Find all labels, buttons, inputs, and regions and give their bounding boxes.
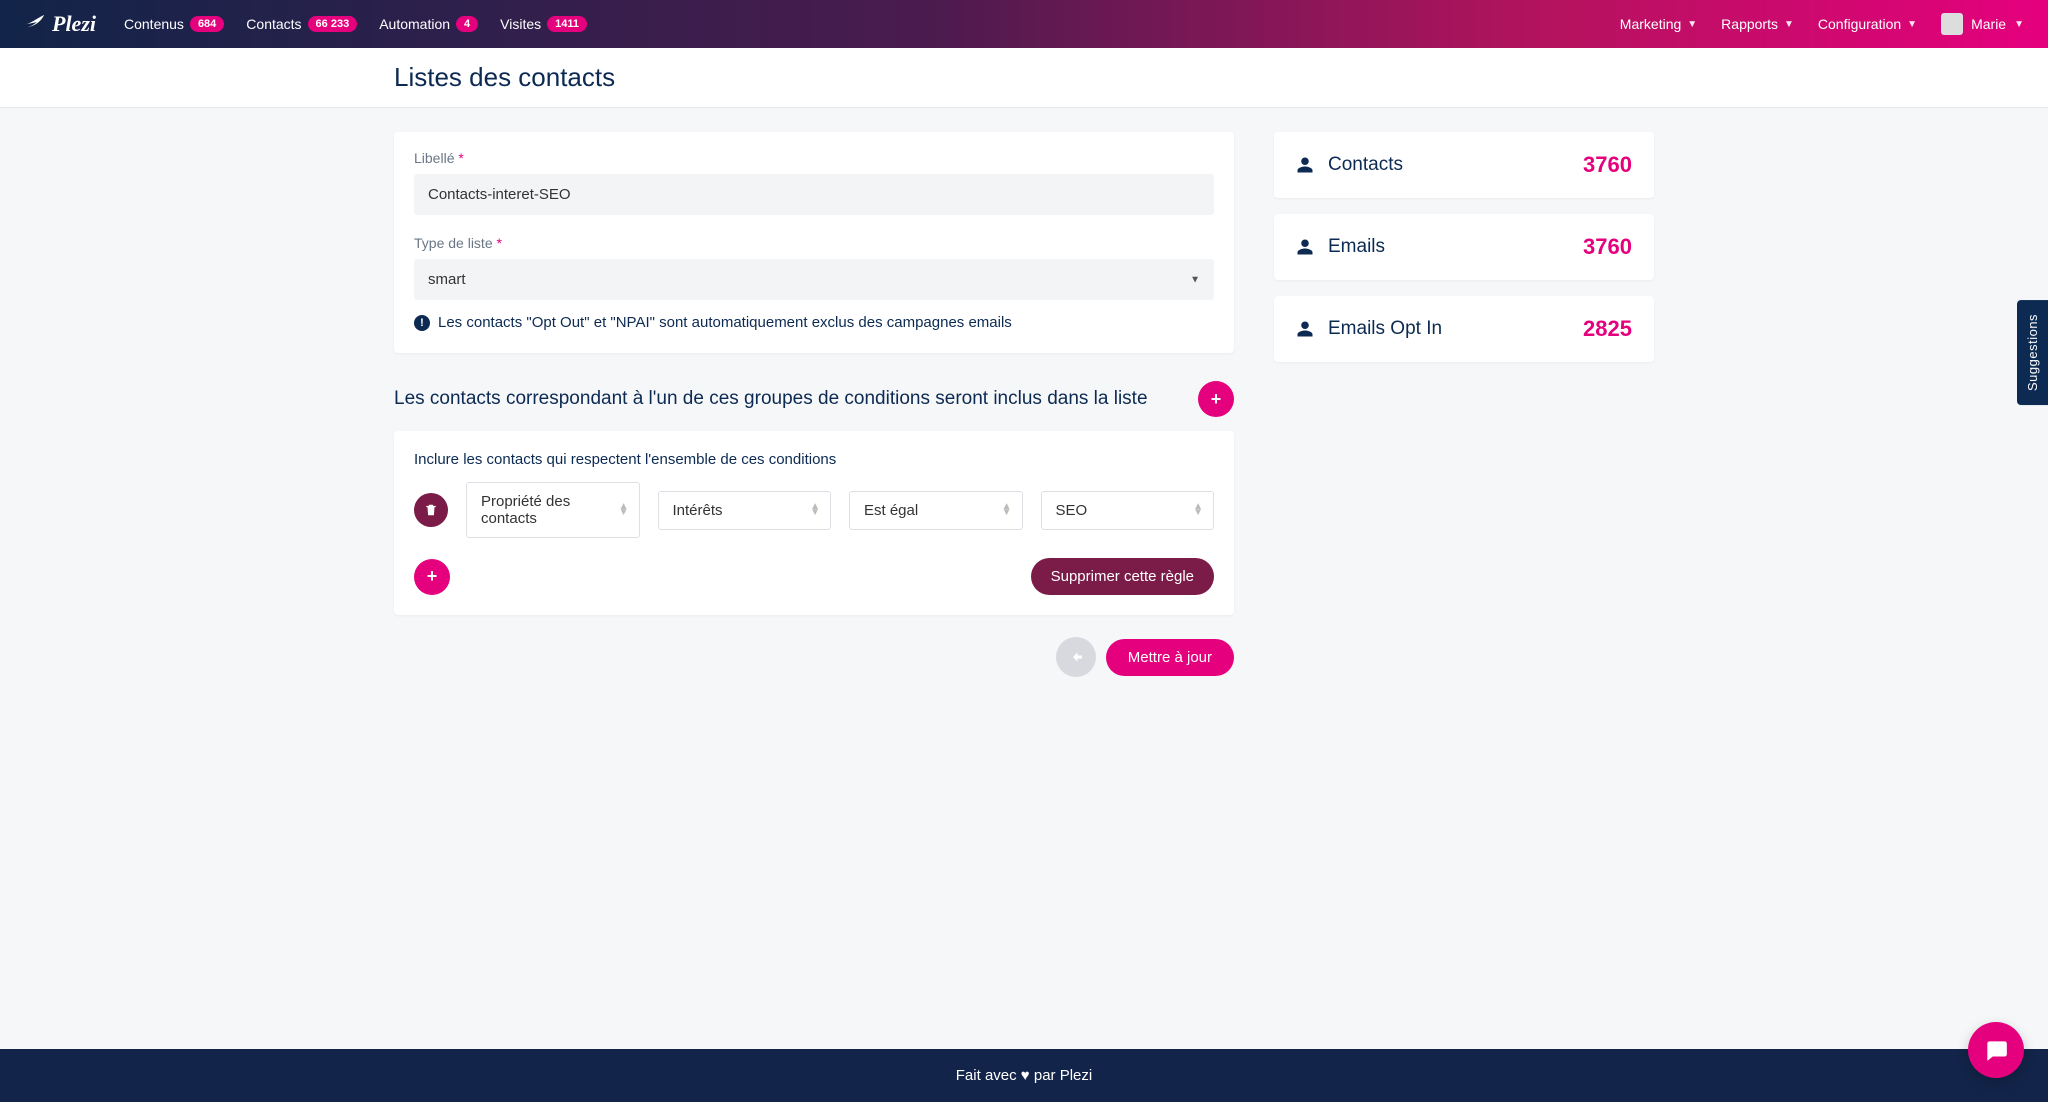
user-name: Marie — [1971, 16, 2006, 32]
operator-select-value: Est égal — [864, 502, 918, 519]
add-condition-button[interactable]: + — [414, 559, 450, 595]
sort-icon: ▲▼ — [1002, 504, 1012, 516]
property-select[interactable]: Propriété des contacts ▲▼ — [466, 482, 640, 538]
nav-configuration-label: Configuration — [1818, 16, 1901, 32]
stat-contacts: Contacts 3760 — [1274, 132, 1654, 198]
nav-visites-label: Visites — [500, 16, 541, 32]
main: Libellé * Type de liste * smart ▼ ! Les … — [0, 108, 2048, 1049]
nav-left: Contenus 684 Contacts 66 233 Automation … — [124, 16, 587, 32]
nav-visites-badge: 1411 — [547, 16, 587, 32]
rule-card: Inclure les contacts qui respectent l'en… — [394, 431, 1234, 615]
footer-prefix: Fait avec — [956, 1067, 1021, 1084]
nav-contacts[interactable]: Contacts 66 233 — [246, 16, 357, 32]
sort-icon: ▲▼ — [619, 504, 629, 516]
nav-rapports-label: Rapports — [1721, 16, 1778, 32]
rule-intro: Inclure les contacts qui respectent l'en… — [414, 451, 1214, 468]
info-line: ! Les contacts "Opt Out" et "NPAI" sont … — [414, 314, 1214, 331]
nav-contenus-label: Contenus — [124, 16, 184, 32]
sort-icon: ▲▼ — [810, 504, 820, 516]
value-select[interactable]: SEO ▲▼ — [1041, 491, 1215, 530]
brand-logo[interactable]: Plezi — [24, 11, 96, 37]
page-title: Listes des contacts — [394, 62, 1654, 93]
info-text: Les contacts "Opt Out" et "NPAI" sont au… — [438, 314, 1012, 331]
nav-automation-label: Automation — [379, 16, 450, 32]
stat-emails-value: 3760 — [1583, 234, 1632, 260]
brand-name: Plezi — [52, 11, 96, 37]
stat-contacts-value: 3760 — [1583, 152, 1632, 178]
nav-marketing-label: Marketing — [1620, 16, 1681, 32]
sort-icon: ▲▼ — [1193, 504, 1203, 516]
caret-down-icon: ▼ — [1190, 274, 1200, 285]
property-select-value: Propriété des contacts — [481, 493, 570, 527]
type-select-value: smart — [414, 259, 1214, 300]
user-icon — [1296, 320, 1314, 338]
add-group-button[interactable]: + — [1198, 381, 1234, 417]
avatar — [1941, 13, 1963, 35]
attribute-select[interactable]: Intérêts ▲▼ — [658, 491, 832, 530]
required-mark: * — [458, 150, 463, 166]
stat-emails: Emails 3760 — [1274, 214, 1654, 280]
nav-contenus[interactable]: Contenus 684 — [124, 16, 224, 32]
stat-contacts-label: Contacts — [1328, 154, 1403, 176]
suggestions-tab[interactable]: Suggestions — [2017, 300, 2048, 405]
libelle-input[interactable] — [414, 174, 1214, 215]
conditions-heading: Les contacts correspondant à l'un de ces… — [394, 388, 1148, 410]
delete-condition-button[interactable] — [414, 493, 448, 527]
nav-contacts-label: Contacts — [246, 16, 301, 32]
type-select[interactable]: smart ▼ — [414, 259, 1214, 300]
nav-automation[interactable]: Automation 4 — [379, 16, 478, 32]
type-label: Type de liste * — [414, 235, 1214, 251]
chat-button[interactable] — [1968, 1022, 2024, 1078]
stat-emails-label: Emails — [1328, 236, 1385, 258]
nav-marketing[interactable]: Marketing ▼ — [1620, 16, 1697, 32]
trash-icon — [424, 503, 438, 517]
stats-column: Contacts 3760 Emails 3760 Emails Opt In … — [1274, 132, 1654, 677]
form-card: Libellé * Type de liste * smart ▼ ! Les … — [394, 132, 1234, 353]
delete-rule-button[interactable]: Supprimer cette règle — [1031, 558, 1214, 595]
stat-emails-optin-value: 2825 — [1583, 316, 1632, 342]
user-icon — [1296, 238, 1314, 256]
caret-down-icon: ▼ — [2014, 19, 2024, 30]
nav-rapports[interactable]: Rapports ▼ — [1721, 16, 1794, 32]
chat-icon — [1983, 1037, 2009, 1063]
caret-down-icon: ▼ — [1907, 19, 1917, 30]
caret-down-icon: ▼ — [1687, 19, 1697, 30]
value-select-value: SEO — [1056, 502, 1088, 519]
nav-visites[interactable]: Visites 1411 — [500, 16, 587, 32]
stat-emails-optin: Emails Opt In 2825 — [1274, 296, 1654, 362]
footer-suffix: par Plezi — [1030, 1067, 1093, 1084]
nav-configuration[interactable]: Configuration ▼ — [1818, 16, 1917, 32]
required-mark: * — [497, 235, 502, 251]
arrow-left-icon — [1067, 648, 1085, 666]
wing-icon — [24, 13, 46, 35]
top-nav: Plezi Contenus 684 Contacts 66 233 Autom… — [0, 0, 2048, 48]
nav-contacts-badge: 66 233 — [308, 16, 358, 32]
nav-automation-badge: 4 — [456, 16, 478, 32]
nav-contenus-badge: 684 — [190, 16, 224, 32]
user-menu[interactable]: Marie ▼ — [1941, 13, 2024, 35]
heart-icon: ♥ — [1021, 1067, 1030, 1084]
stat-emails-optin-label: Emails Opt In — [1328, 318, 1442, 340]
bottom-actions: Mettre à jour — [394, 637, 1234, 677]
info-icon: ! — [414, 315, 430, 331]
user-icon — [1296, 156, 1314, 174]
rule-row: Propriété des contacts ▲▼ Intérêts ▲▼ Es… — [414, 482, 1214, 538]
nav-right: Marketing ▼ Rapports ▼ Configuration ▼ M… — [1620, 13, 2024, 35]
footer: Fait avec ♥ par Plezi — [0, 1049, 2048, 1102]
attribute-select-value: Intérêts — [673, 502, 723, 519]
libelle-label: Libellé * — [414, 150, 1214, 166]
title-bar: Listes des contacts — [0, 48, 2048, 108]
update-button[interactable]: Mettre à jour — [1106, 639, 1234, 676]
back-button[interactable] — [1056, 637, 1096, 677]
caret-down-icon: ▼ — [1784, 19, 1794, 30]
operator-select[interactable]: Est égal ▲▼ — [849, 491, 1023, 530]
conditions-heading-row: Les contacts correspondant à l'un de ces… — [394, 381, 1234, 417]
